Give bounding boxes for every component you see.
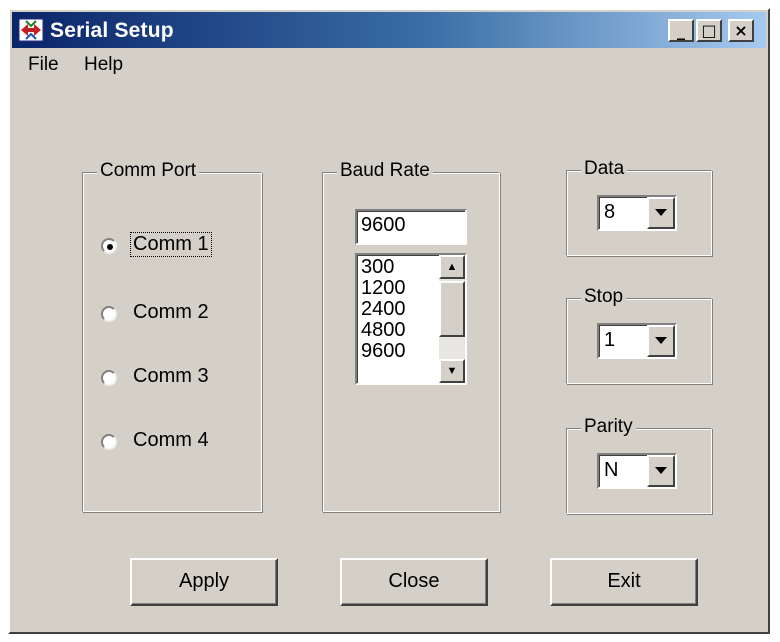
baud-rate-input[interactable]: 9600 (355, 209, 467, 245)
scroll-up-button[interactable]: ▲ (439, 255, 465, 279)
scroll-down-button[interactable]: ▼ (439, 359, 465, 383)
radio-comm-4-label[interactable]: Comm 4 (131, 429, 211, 452)
radio-comm-2-label[interactable]: Comm 2 (131, 301, 211, 324)
baud-rate-label: Baud Rate (337, 160, 433, 182)
exit-button[interactable]: Exit (550, 558, 698, 606)
stop-label: Stop (581, 286, 627, 308)
stop-bits-value: 1 (604, 329, 616, 351)
window-title: Serial Setup (50, 19, 174, 42)
list-item[interactable]: 1200 (361, 278, 406, 299)
stop-bits-select[interactable]: 1 (597, 323, 677, 359)
parity-dropdown-button[interactable] (647, 455, 675, 487)
parity-group: Parity N (566, 416, 712, 514)
list-item[interactable]: 4800 (361, 320, 406, 341)
arrow-up-icon: ▲ (446, 261, 458, 273)
close-button[interactable]: Close (340, 558, 488, 606)
radio-comm-1-label[interactable]: Comm 1 (130, 232, 212, 257)
chevron-down-icon (655, 467, 667, 474)
comm-port-group: Comm Port Comm 1 Comm 2 Comm 3 Comm 4 (82, 160, 262, 512)
menu-bar: File Help (12, 50, 766, 78)
data-bits-value: 8 (604, 201, 616, 223)
data-bits-dropdown-button[interactable] (647, 197, 675, 229)
chevron-down-icon (655, 209, 667, 216)
data-label: Data (581, 158, 628, 180)
maximize-icon: □ (701, 21, 717, 40)
radio-comm-3-label[interactable]: Comm 3 (131, 365, 211, 388)
chevron-down-icon (655, 337, 667, 344)
serial-app-icon (18, 18, 44, 42)
stop-bits-dropdown-button[interactable] (647, 325, 675, 357)
radio-comm-3-circle[interactable] (101, 370, 117, 386)
list-item[interactable]: 9600 (361, 341, 406, 362)
baud-rate-list-items: 300 1200 2400 4800 9600 (361, 257, 406, 362)
minimize-button[interactable]: _ (668, 19, 694, 42)
close-icon: × (734, 21, 748, 40)
radio-comm-4-circle[interactable] (101, 434, 117, 450)
parity-value: N (604, 459, 619, 481)
menu-help[interactable]: Help (84, 54, 123, 76)
minimize-icon: _ (677, 21, 685, 40)
data-group: Data 8 (566, 158, 712, 256)
apply-button[interactable]: Apply (130, 558, 278, 606)
menu-file[interactable]: File (28, 54, 59, 76)
baud-rate-group: Baud Rate 9600 300 1200 2400 4800 9600 ▲… (322, 160, 500, 512)
scroll-thumb[interactable] (439, 281, 465, 337)
baud-rate-list[interactable]: 300 1200 2400 4800 9600 ▲ ▼ (355, 253, 467, 385)
title-bar[interactable]: Serial Setup _ □ × (12, 12, 766, 48)
radio-selected-dot (107, 244, 113, 250)
parity-select[interactable]: N (597, 453, 677, 489)
close-window-button[interactable]: × (728, 19, 754, 42)
list-item[interactable]: 300 (361, 257, 406, 278)
radio-comm-1-circle[interactable] (101, 238, 117, 254)
baud-rate-scrollbar[interactable]: ▲ ▼ (439, 255, 465, 383)
comm-port-label: Comm Port (97, 160, 200, 182)
data-bits-select[interactable]: 8 (597, 195, 677, 231)
serial-setup-window: Serial Setup _ □ × File Help Comm Port C… (8, 8, 770, 634)
radio-comm-2-circle[interactable] (101, 306, 117, 322)
parity-label: Parity (581, 416, 636, 438)
list-item[interactable]: 2400 (361, 299, 406, 320)
stop-group: Stop 1 (566, 286, 712, 384)
maximize-button[interactable]: □ (696, 19, 722, 42)
arrow-down-icon: ▼ (446, 365, 458, 377)
